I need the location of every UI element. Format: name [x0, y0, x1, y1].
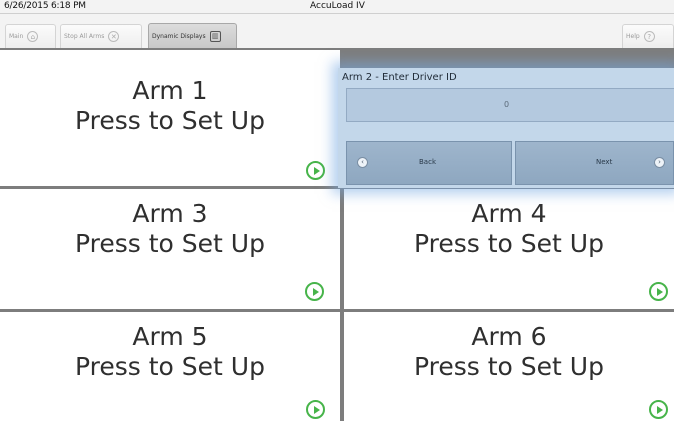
setup-prompt: Press to Set Up — [75, 229, 265, 258]
arm-label: Arm 5 — [132, 322, 208, 351]
arm-label: Arm 1 — [132, 76, 208, 105]
back-button[interactable]: ‹ Back — [346, 141, 512, 185]
play-circle-icon[interactable] — [305, 282, 324, 301]
arm-5-tile[interactable]: Arm 5 Press to Set Up — [0, 312, 340, 421]
help-label: Help — [626, 33, 640, 40]
main-button-label: Main — [9, 33, 24, 40]
arm-label: Arm 6 — [471, 322, 547, 351]
driver-id-value: 0 — [504, 100, 510, 109]
help-icon: ? — [643, 31, 655, 42]
setup-prompt: Press to Set Up — [414, 352, 604, 381]
arm-label: Arm 4 — [471, 199, 547, 228]
dynamic-displays-button[interactable]: Dynamic Displays ▥ — [148, 23, 237, 48]
stop-icon: ✕ — [108, 31, 120, 42]
panel-title: Arm 2 - Enter Driver ID — [342, 72, 457, 83]
back-arrow-icon: ‹ — [357, 157, 368, 168]
play-circle-icon[interactable] — [306, 161, 325, 180]
datetime-label: 6/26/2015 6:18 PM — [4, 1, 86, 11]
arm-3-tile[interactable]: Arm 3 Press to Set Up — [0, 189, 340, 309]
next-button-label: Next — [596, 158, 613, 166]
help-button[interactable]: Help ? — [622, 24, 674, 48]
displays-icon: ▥ — [209, 30, 221, 42]
next-button[interactable]: Next › — [515, 141, 674, 185]
home-icon: ⌂ — [27, 31, 39, 42]
setup-prompt: Press to Set Up — [414, 229, 604, 258]
play-circle-icon[interactable] — [649, 400, 668, 419]
back-button-label: Back — [419, 158, 436, 166]
driver-id-input[interactable]: 0 — [346, 88, 674, 122]
header-bar: 6/26/2015 6:18 PM AccuLoad IV Main ⌂ Sto… — [0, 0, 674, 48]
header-divider — [0, 13, 674, 14]
play-circle-icon[interactable] — [306, 400, 325, 419]
main-button[interactable]: Main ⌂ — [5, 24, 56, 48]
arm-label: Arm 3 — [132, 199, 208, 228]
stop-all-arms-label: Stop All Arms — [64, 33, 105, 40]
next-arrow-icon: › — [654, 157, 665, 168]
setup-prompt: Press to Set Up — [75, 352, 265, 381]
dynamic-displays-label: Dynamic Displays — [152, 32, 206, 40]
arm-1-tile[interactable]: Arm 1 Press to Set Up — [0, 50, 340, 186]
arm-6-tile[interactable]: Arm 6 Press to Set Up — [344, 312, 674, 421]
play-circle-icon[interactable] — [649, 282, 668, 301]
arm-4-tile[interactable]: Arm 4 Press to Set Up — [344, 189, 674, 309]
setup-prompt: Press to Set Up — [75, 106, 265, 135]
stop-all-arms-button[interactable]: Stop All Arms ✕ — [60, 24, 142, 48]
app-title: AccuLoad IV — [310, 1, 365, 11]
